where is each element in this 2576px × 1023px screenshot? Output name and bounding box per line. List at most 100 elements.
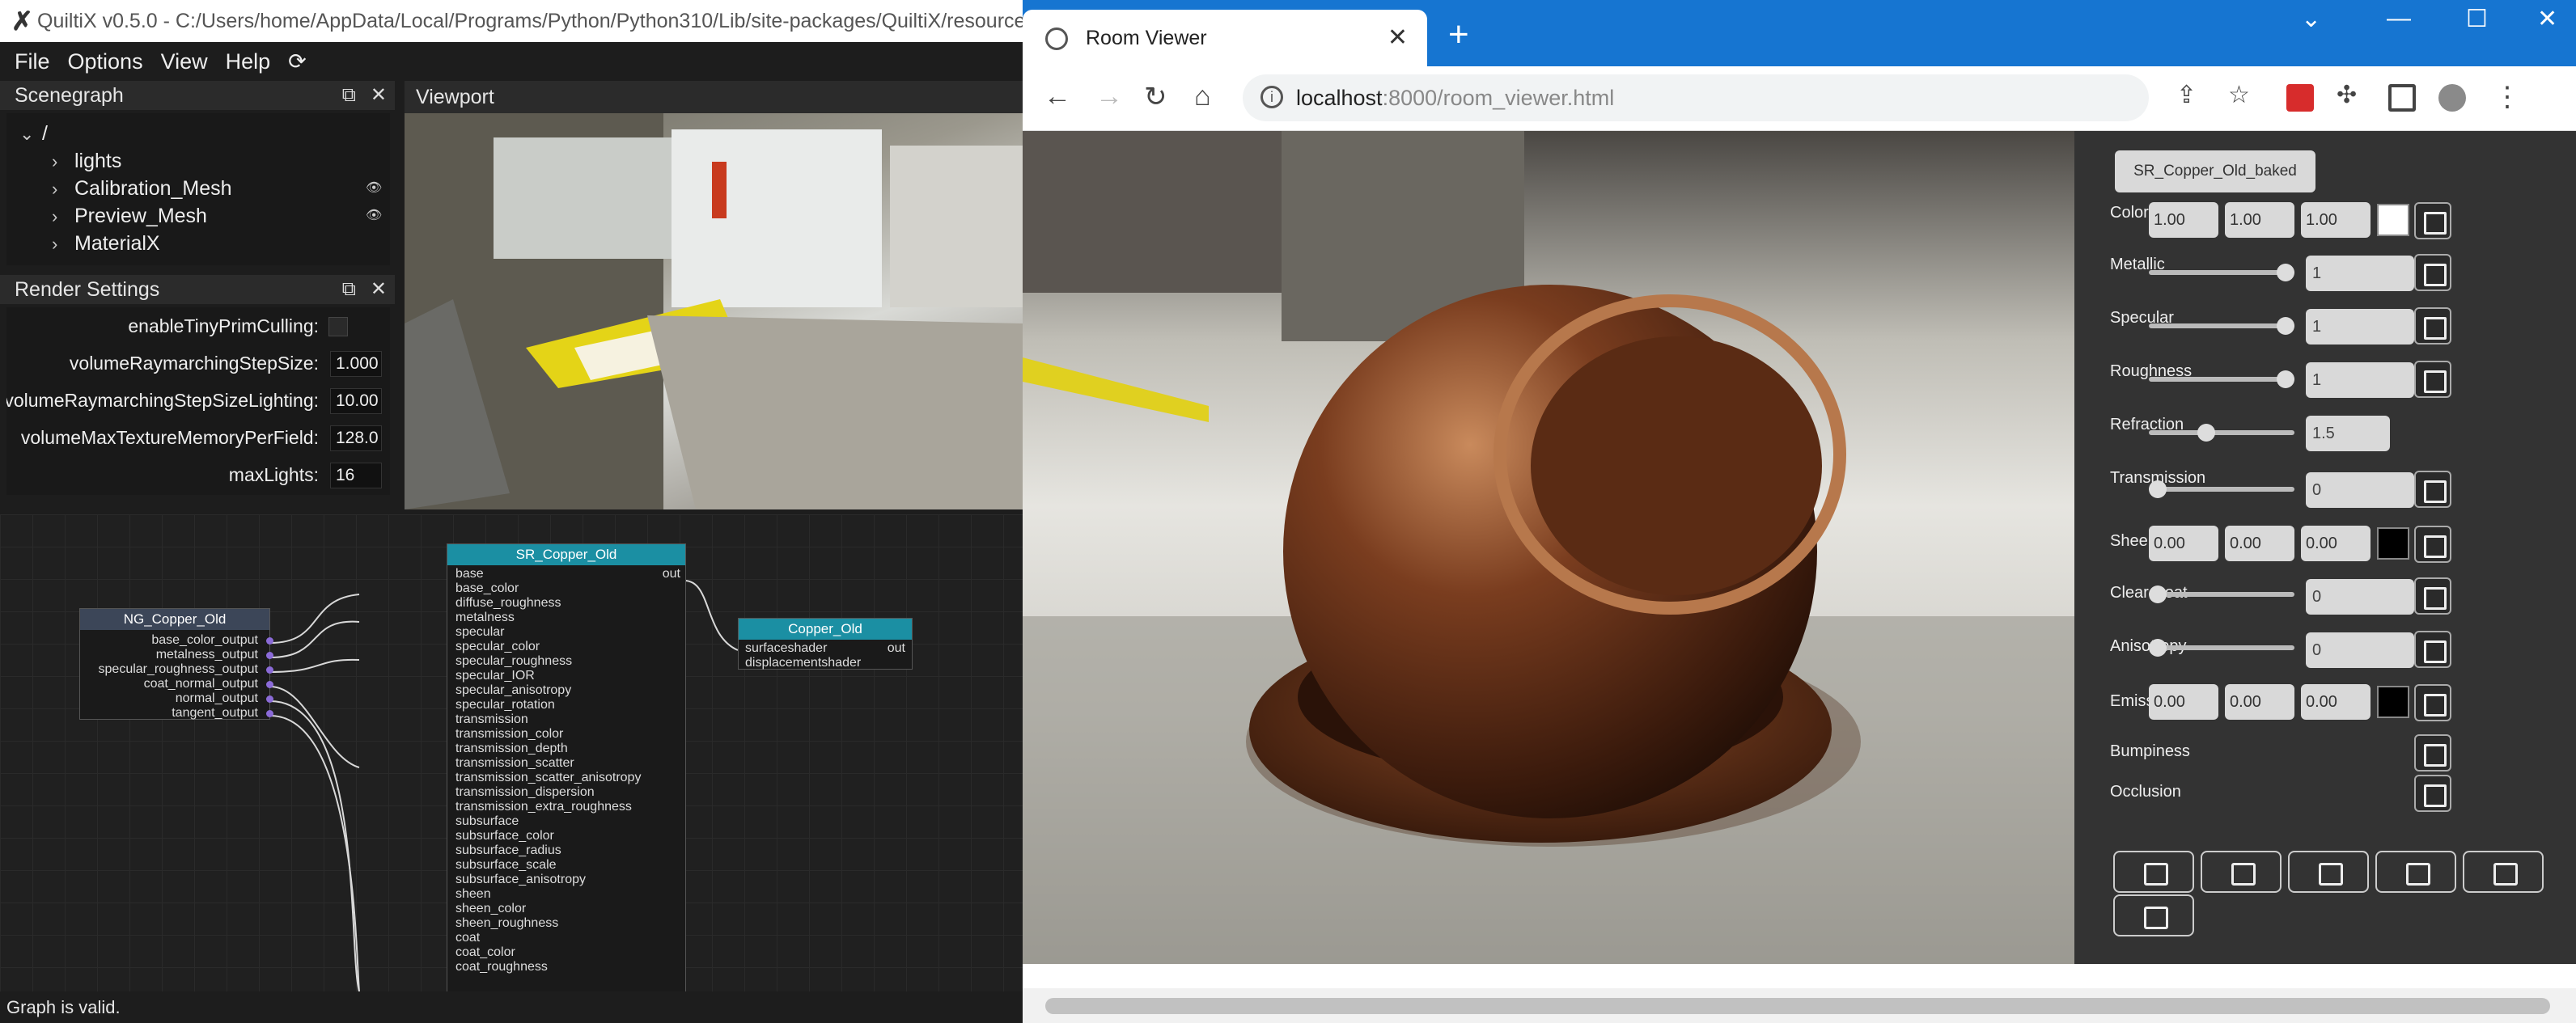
tree-item-materialx[interactable]: › MaterialX xyxy=(52,230,160,257)
specular-value-field[interactable]: 1 xyxy=(2306,309,2414,345)
menu-view[interactable]: View xyxy=(152,42,217,81)
node-sr-copper-old[interactable]: SR_Copper_Old out base base_color diffus… xyxy=(447,543,686,991)
color-r-field[interactable]: 1.00 xyxy=(2149,202,2218,238)
close-icon[interactable]: ✕ xyxy=(371,278,387,300)
port-dot[interactable] xyxy=(266,681,273,688)
output-port[interactable]: metalness_output xyxy=(156,648,258,662)
3d-viewer-canvas[interactable] xyxy=(1023,131,2074,964)
clear-coat-value-field[interactable]: 0 xyxy=(2306,579,2414,615)
output-port[interactable]: out xyxy=(663,567,680,581)
extensions-puzzle-icon[interactable]: ✣ xyxy=(2337,81,2357,109)
input-port[interactable]: transmission xyxy=(455,712,528,727)
value-field[interactable]: 1.000 xyxy=(330,351,382,377)
input-port[interactable]: metalness xyxy=(455,611,515,625)
node-ng-copper-old[interactable]: NG_Copper_Old base_color_output metalnes… xyxy=(79,608,273,721)
output-port[interactable]: specular_roughness_output xyxy=(99,662,258,677)
bookmark-star-icon[interactable]: ☆ xyxy=(2228,81,2250,109)
output-port[interactable]: out xyxy=(888,641,905,656)
port-dot[interactable] xyxy=(266,695,273,703)
sheen-r-field[interactable]: 0.00 xyxy=(2149,526,2218,561)
texture-image-icon[interactable] xyxy=(2414,734,2451,771)
tab-search-chevron-icon[interactable]: ⌄ xyxy=(2301,5,2321,33)
slider-knob[interactable] xyxy=(2277,317,2294,335)
texture-image-icon[interactable] xyxy=(2414,684,2451,721)
new-tab-icon[interactable]: + xyxy=(1448,15,1469,55)
slider-knob[interactable] xyxy=(2197,424,2216,442)
menu-help[interactable]: Help xyxy=(217,42,280,81)
new-file-button[interactable] xyxy=(2113,851,2194,893)
site-info-icon[interactable]: i xyxy=(1260,86,1283,108)
back-icon[interactable]: ← xyxy=(1044,81,1071,112)
scrollbar-thumb[interactable] xyxy=(1045,998,2550,1014)
close-window-icon[interactable]: ✕ xyxy=(2537,5,2557,33)
profile-avatar-icon[interactable] xyxy=(2438,84,2466,112)
chevron-right-icon[interactable]: › xyxy=(52,230,74,258)
tree-item-lights[interactable]: › lights xyxy=(52,147,121,175)
chevron-right-icon[interactable]: › xyxy=(52,148,74,175)
metallic-slider[interactable] xyxy=(2149,264,2294,281)
port-dot[interactable] xyxy=(266,666,273,674)
more-menu-icon[interactable]: ⋮ xyxy=(2493,81,2521,113)
transmission-value-field[interactable]: 0 xyxy=(2306,472,2414,508)
input-port[interactable]: subsurface_color xyxy=(455,829,554,843)
port-dot[interactable] xyxy=(266,637,273,645)
menu-options[interactable]: Options xyxy=(59,42,152,81)
metallic-value-field[interactable]: 1 xyxy=(2306,256,2414,291)
output-port[interactable]: base_color_output xyxy=(151,633,258,648)
texture-image-icon[interactable] xyxy=(2414,307,2451,345)
port-dot[interactable] xyxy=(266,710,273,717)
color-g-field[interactable]: 1.00 xyxy=(2225,202,2294,238)
anisotropy-value-field[interactable]: 0 xyxy=(2306,632,2414,668)
slider-knob[interactable] xyxy=(2277,370,2294,388)
chevron-right-icon[interactable]: › xyxy=(52,203,74,230)
input-port[interactable]: transmission_scatter_anisotropy xyxy=(455,771,641,785)
emission-g-field[interactable]: 0.00 xyxy=(2225,684,2294,720)
value-field[interactable]: 128.0 xyxy=(330,425,382,451)
color-b-field[interactable]: 1.00 xyxy=(2301,202,2371,238)
image-button[interactable] xyxy=(2375,851,2456,893)
tab-close-icon[interactable]: ✕ xyxy=(1388,10,1408,66)
input-port[interactable]: subsurface_scale xyxy=(455,858,557,873)
input-port[interactable]: subsurface_anisotropy xyxy=(455,873,586,887)
input-port[interactable]: transmission_color xyxy=(455,727,563,742)
sheen-b-field[interactable]: 0.00 xyxy=(2301,526,2371,561)
input-port[interactable]: coat_roughness xyxy=(455,960,548,974)
roughness-value-field[interactable]: 1 xyxy=(2306,362,2414,398)
emission-r-field[interactable]: 0.00 xyxy=(2149,684,2218,720)
input-port[interactable]: transmission_depth xyxy=(455,742,568,756)
undock-icon[interactable]: ⧉ xyxy=(342,278,356,300)
tree-item-preview-mesh[interactable]: › Preview_Mesh 👁 xyxy=(52,202,392,230)
slider-knob[interactable] xyxy=(2149,585,2167,603)
visibility-eye-icon[interactable]: 👁 xyxy=(366,175,382,202)
texture-image-icon[interactable] xyxy=(2414,775,2451,812)
home-icon[interactable]: ⌂ xyxy=(1194,81,1211,112)
input-port[interactable]: transmission_dispersion xyxy=(455,785,595,800)
texture-image-icon[interactable] xyxy=(2414,526,2451,563)
input-port[interactable]: surfaceshader xyxy=(745,641,827,656)
refraction-value-field[interactable]: 1.5 xyxy=(2306,416,2390,451)
texture-image-icon[interactable] xyxy=(2414,254,2451,291)
forward-icon[interactable]: → xyxy=(1095,81,1123,112)
input-port[interactable]: sheen xyxy=(455,887,491,902)
input-port[interactable]: sheen_roughness xyxy=(455,916,558,931)
emission-b-field[interactable]: 0.00 xyxy=(2301,684,2371,720)
input-port[interactable]: coat_color xyxy=(455,945,515,960)
texture-image-icon[interactable] xyxy=(2414,202,2451,239)
roughness-slider[interactable] xyxy=(2149,370,2294,388)
emission-swatch[interactable] xyxy=(2377,686,2409,718)
sheen-g-field[interactable]: 0.00 xyxy=(2225,526,2294,561)
chevron-down-icon[interactable]: ⌄ xyxy=(19,120,42,148)
input-port[interactable]: transmission_scatter xyxy=(455,756,574,771)
chevron-right-icon[interactable]: › xyxy=(52,175,74,203)
transmission-slider[interactable] xyxy=(2149,480,2294,498)
input-port[interactable]: specular_anisotropy xyxy=(455,683,571,698)
input-port[interactable]: displacementshader xyxy=(745,656,861,670)
tree-root[interactable]: ⌄ / xyxy=(19,120,48,147)
close-icon[interactable]: ✕ xyxy=(371,84,387,106)
refraction-slider[interactable] xyxy=(2149,424,2294,442)
texture-image-icon[interactable] xyxy=(2414,577,2451,615)
texture-image-icon[interactable] xyxy=(2414,471,2451,508)
slider-knob[interactable] xyxy=(2149,480,2167,498)
port-dot[interactable] xyxy=(266,652,273,659)
output-port[interactable]: tangent_output xyxy=(172,706,258,721)
